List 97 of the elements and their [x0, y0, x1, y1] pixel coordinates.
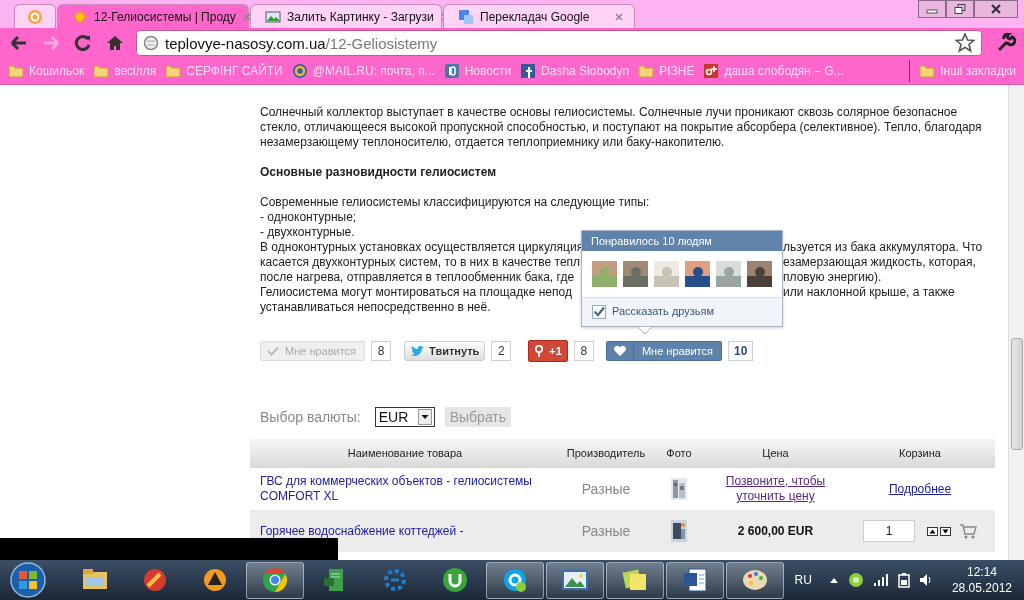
- folder-icon: [93, 63, 110, 79]
- circle-logo-icon: [261, 566, 289, 594]
- price-link[interactable]: Позвоните, чтобы уточнить цену: [714, 474, 837, 504]
- taskbar-button[interactable]: [486, 561, 544, 599]
- scrollbar[interactable]: [1008, 85, 1024, 560]
- heart-icon: [612, 345, 627, 357]
- currency-label: Выбор валюты:: [260, 409, 361, 425]
- folder-icon: [919, 63, 936, 79]
- like-count: 2: [491, 341, 512, 361]
- up-arrow-button[interactable]: [927, 526, 938, 536]
- manufacturer-text: Разные: [581, 523, 631, 539]
- down-arrow-button[interactable]: [940, 526, 951, 536]
- body-text: езамерзающая жидкость, которая,: [783, 255, 976, 270]
- like-count: 8: [371, 341, 392, 361]
- body-text: В одноконтурных установках осуществляется циркуляция: [260, 240, 581, 255]
- image-icon: [265, 8, 281, 25]
- close-button[interactable]: [974, 0, 1018, 18]
- body-text: после нагрева, отправляется в теплообменник бака, где: [260, 270, 576, 285]
- speaker-icon[interactable]: [918, 573, 933, 587]
- manufacturer-text: Разные: [581, 481, 631, 497]
- column-header: Производитель: [565, 446, 647, 461]
- site-icon: [443, 63, 460, 79]
- folder-icon: [8, 63, 24, 79]
- circle-logo-icon: [441, 566, 469, 594]
- like-count: 8: [573, 341, 594, 361]
- browser-tab[interactable]: 12-Гелиосистемы | Проду: [57, 4, 249, 28]
- column-header: Наименование товара: [346, 446, 464, 461]
- body-text: Гелиосистема могут монтироваться на площадке непод: [260, 285, 573, 300]
- cloud-logo-icon: [501, 566, 529, 594]
- body-text: касается двухконтурных систем, то в них в качестве тепл: [260, 255, 581, 270]
- folder-icon: [638, 63, 655, 79]
- details-link[interactable]: Подробнее: [888, 481, 952, 497]
- quantity-field[interactable]: 1: [863, 520, 915, 542]
- body-text: устанавливаться непосредственно в неё.: [260, 300, 491, 315]
- like-count: 10: [728, 341, 754, 361]
- paragraph: Солнечный коллектор выступает в качестве основы гелиосистемы. Солнечные лучи проникают сквозь солярное безопасное стекло, отличающееся высокой пропускной способностью, и поступают на покрытие абсорбера (селективное). Тепло, благодаря незамерзающему теплоносителю, отдается теплоприемнику или баку-накопителю.: [260, 105, 983, 150]
- document-icon: [681, 566, 709, 594]
- url-text: teplovye-nasosy.com.ua/12-Geliosistemy: [165, 34, 438, 52]
- mail-icon: [27, 8, 43, 25]
- triangle-logo-icon: [201, 566, 229, 594]
- signal-icon[interactable]: [872, 573, 889, 587]
- back-icon[interactable]: [10, 34, 28, 52]
- plus-icon: [703, 63, 720, 79]
- price-text: 2 600,00 EUR: [737, 523, 814, 539]
- browser-tab[interactable]: Перекладач Google: [443, 4, 635, 28]
- currency-dropdown[interactable]: EUR: [374, 407, 435, 427]
- clock[interactable]: 12:14 28.05.2012: [951, 564, 1012, 596]
- maximize-button[interactable]: [946, 0, 974, 18]
- plus-one-button[interactable]: +1: [528, 340, 568, 362]
- product-link[interactable]: Горячее водоснабжение коттеджей -: [260, 523, 464, 539]
- check-icon: [593, 306, 605, 317]
- reload-icon[interactable]: [74, 34, 92, 52]
- close-icon[interactable]: [241, 11, 252, 22]
- globe-icon: [143, 35, 159, 51]
- body-text: или наклонной крыше, а также: [783, 285, 955, 300]
- brush-icon: [141, 566, 169, 594]
- taskbar-button[interactable]: [666, 561, 724, 599]
- taskbar-button[interactable]: [606, 561, 664, 599]
- bird-icon: [410, 344, 427, 358]
- star-icon[interactable]: [955, 33, 975, 53]
- body-text: Современные гелиосистемы классифицируются на следующие типы:: [260, 195, 650, 210]
- tweet-button[interactable]: Твитнуть: [404, 341, 486, 361]
- browser-tab[interactable]: Залить Картинку - Загрузи: [250, 4, 442, 28]
- site-icon: [520, 63, 537, 79]
- up-arrow-icon[interactable]: [828, 576, 839, 584]
- taskbar-button[interactable]: [246, 561, 304, 599]
- taskbar-button[interactable]: [726, 561, 784, 599]
- column-header: Цена: [761, 446, 790, 461]
- column-header: Корзина: [898, 446, 942, 461]
- popup-title: Понравилось 10 людям: [582, 231, 782, 251]
- like-button[interactable]: Мне нравится: [605, 341, 722, 361]
- taskbar-button[interactable]: [546, 561, 604, 599]
- column-header: Фото: [665, 446, 693, 461]
- body-text: пловую энергию).: [783, 270, 882, 285]
- scrollbar-thumb[interactable]: [1011, 338, 1023, 450]
- folder-icon: [165, 63, 182, 79]
- check-icon: [267, 346, 279, 356]
- wrench-icon[interactable]: [996, 33, 1016, 53]
- battery-icon[interactable]: [897, 572, 910, 588]
- close-icon[interactable]: [614, 11, 624, 22]
- address-field[interactable]: teplovye-nasosy.com.ua/12-Geliosistemy: [136, 30, 982, 56]
- language-indicator[interactable]: RU: [794, 573, 812, 587]
- cart-icon[interactable]: [959, 523, 977, 539]
- restore-icon: [954, 4, 966, 14]
- home-icon[interactable]: [106, 34, 124, 52]
- browser-tab[interactable]: [14, 4, 56, 28]
- product-link[interactable]: ГВС для коммерческих объектов - гелиосистемы COMFORT XL: [260, 474, 536, 504]
- translate-icon: [458, 8, 474, 25]
- sun-icon: [72, 8, 88, 25]
- section-heading: Основные разновидности гелиосистем: [260, 165, 498, 180]
- body-text: - двухконтурные.: [260, 225, 355, 240]
- body-text: - одноконтурные;: [260, 210, 357, 225]
- close-icon: [990, 4, 1002, 14]
- gear-icon: [381, 566, 409, 594]
- status-icon[interactable]: [847, 572, 864, 588]
- checkbox[interactable]: [592, 304, 606, 319]
- body-text: льзуется из бака аккумулятора. Что: [783, 240, 983, 255]
